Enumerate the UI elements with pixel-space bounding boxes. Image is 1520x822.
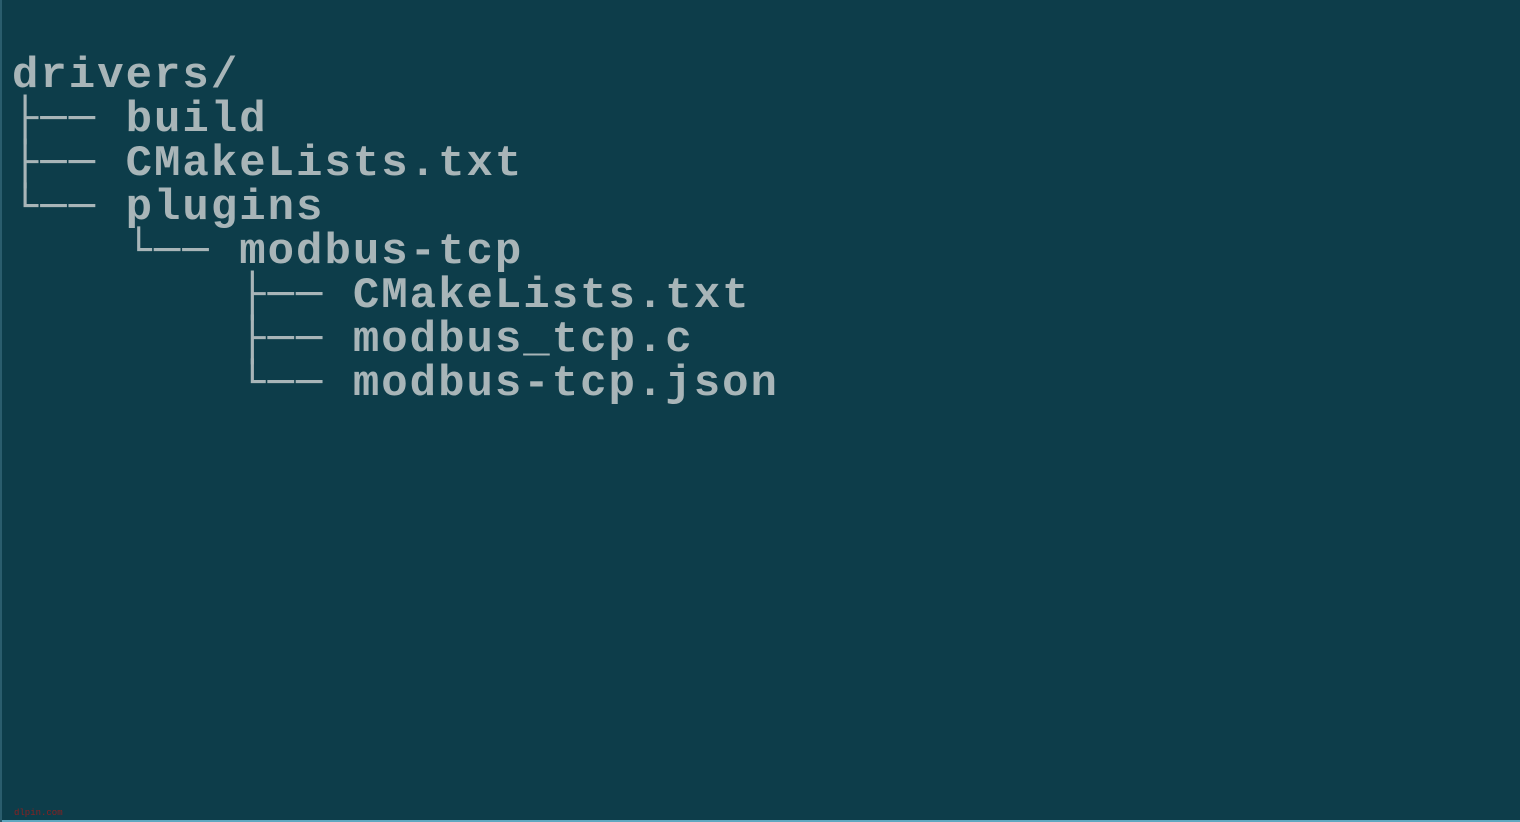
tree-root: drivers/	[12, 51, 239, 101]
tree-item-modbus-json: └── modbus-tcp.json	[12, 359, 779, 409]
tree-item-build: ├── build	[12, 95, 268, 145]
tree-item-modbus-tcp: └── modbus-tcp	[12, 227, 523, 277]
directory-tree: drivers/ ├── build ├── CMakeLists.txt └─…	[12, 10, 1510, 406]
tree-item-cmakelists: ├── CMakeLists.txt	[12, 139, 523, 189]
tree-item-modbus-cmakelists: ├── CMakeLists.txt	[12, 271, 751, 321]
tree-item-modbus-c: ├── modbus_tcp.c	[12, 315, 694, 365]
watermark: dlpin.com	[14, 808, 63, 818]
tree-item-plugins: └── plugins	[12, 183, 324, 233]
